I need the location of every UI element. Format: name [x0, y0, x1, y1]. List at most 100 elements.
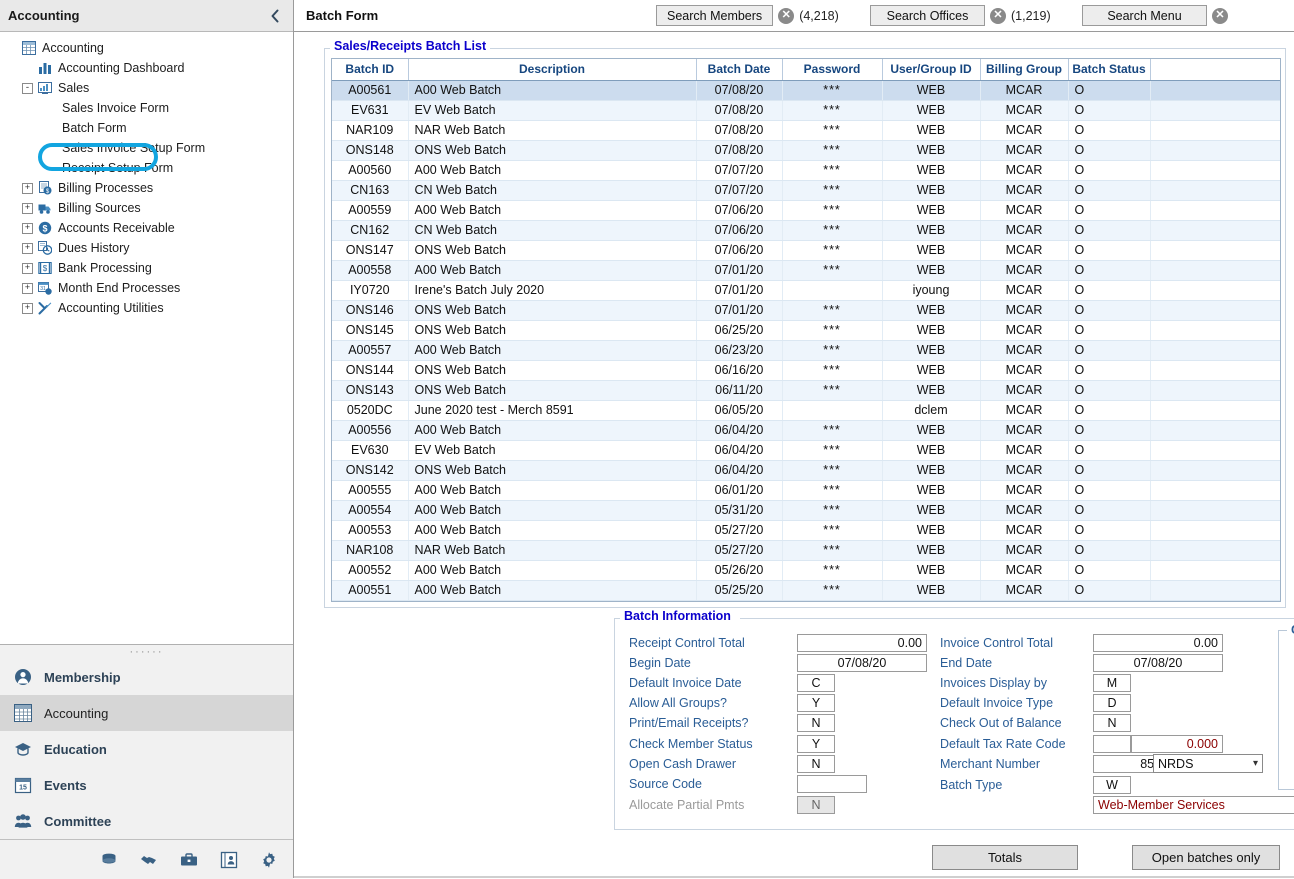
tree-item-dues-history[interactable]: + Dues History	[0, 238, 293, 258]
tree-item-bank-processing[interactable]: + $ Bank Processing	[0, 258, 293, 278]
table-row[interactable]: A00560 A00 Web Batch 07/07/20 *** WEB MCAR O	[332, 160, 1280, 181]
module-item-committee[interactable]: Committee	[0, 803, 293, 839]
allow-all-groups-input[interactable]: Y	[797, 694, 835, 712]
table-row[interactable]: CN162 CN Web Batch 07/06/20 *** WEB MCAR O	[332, 220, 1280, 241]
expander-expand[interactable]: +	[22, 282, 33, 294]
table-row[interactable]: ONS148 ONS Web Batch 07/08/20 *** WEB MCAR O	[332, 140, 1280, 161]
resize-grip[interactable]: ······	[0, 645, 293, 659]
tree-item-receipt-setup-form[interactable]: Receipt Setup Form	[0, 158, 293, 178]
check-member-status-input[interactable]: Y	[797, 735, 835, 753]
col-user-group-id[interactable]: User/Group ID	[882, 59, 981, 81]
tree-item-sales-invoice-setup-form[interactable]: Sales Invoice Setup Form	[0, 138, 293, 158]
default-tax-rate-code-input[interactable]	[1093, 735, 1131, 753]
module-item-accounting[interactable]: Accounting	[0, 695, 293, 731]
invoices-display-by-input[interactable]: M	[1093, 674, 1131, 692]
source-code-input[interactable]	[797, 775, 867, 793]
expander-expand[interactable]: +	[22, 242, 33, 254]
table-row[interactable]: ONS143 ONS Web Batch 06/11/20 *** WEB MCAR O	[332, 380, 1280, 401]
table-row[interactable]: A00555 A00 Web Batch 06/01/20 *** WEB MCAR O	[332, 480, 1280, 501]
history-icon	[37, 240, 53, 256]
col-batch-id[interactable]: Batch ID	[332, 59, 409, 81]
table-row[interactable]: NAR109 NAR Web Batch 07/08/20 *** WEB MCAR O	[332, 120, 1280, 141]
table-row[interactable]: A00553 A00 Web Batch 05/27/20 *** WEB MCAR O	[332, 520, 1280, 541]
col-password[interactable]: Password	[782, 59, 883, 81]
module-item-membership[interactable]: Membership	[0, 659, 293, 695]
tree-item-batch-form[interactable]: Batch Form	[0, 118, 293, 138]
label-default-invoice-type: Default Invoice Type	[940, 696, 1054, 710]
briefcase-icon[interactable]	[179, 850, 199, 870]
merchant-select[interactable]: NRDS ▾	[1153, 754, 1263, 773]
clear-members-icon[interactable]: ✕	[778, 7, 795, 24]
table-row[interactable]: ONS145 ONS Web Batch 06/25/20 *** WEB MCAR O	[332, 320, 1280, 341]
clear-offices-icon[interactable]: ✕	[990, 7, 1006, 24]
table-row[interactable]: ONS142 ONS Web Batch 06/04/20 *** WEB MCAR O	[332, 460, 1280, 481]
col-batch-date[interactable]: Batch Date	[696, 59, 783, 81]
end-date-input[interactable]: 07/08/20	[1093, 654, 1223, 672]
label-check-member-status: Check Member Status	[629, 737, 753, 751]
cell-batch-date: 07/06/20	[696, 220, 783, 241]
table-row[interactable]: A00551 A00 Web Batch 05/25/20 *** WEB MCAR O	[332, 580, 1280, 601]
batch-grid[interactable]: Batch ID Description Batch Date Password…	[331, 58, 1281, 602]
default-invoice-type-input[interactable]: D	[1093, 694, 1131, 712]
begin-date-input[interactable]: 07/08/20	[797, 654, 927, 672]
gear-icon[interactable]	[259, 850, 279, 870]
tree-item-billing-processes[interactable]: + $ Billing Processes	[0, 178, 293, 198]
tree-item-accounts-receivable[interactable]: + $ Accounts Receivable	[0, 218, 293, 238]
module-item-education[interactable]: Education	[0, 731, 293, 767]
expander-expand[interactable]: +	[22, 182, 33, 194]
search-offices-button[interactable]: Search Offices	[870, 5, 985, 26]
col-description[interactable]: Description	[408, 59, 697, 81]
expander-expand[interactable]: +	[22, 202, 33, 214]
search-menu-button[interactable]: Search Menu	[1082, 5, 1207, 26]
search-members-button[interactable]: Search Members	[656, 5, 774, 26]
module-item-events[interactable]: 15 Events	[0, 767, 293, 803]
cell-spacer	[1150, 200, 1280, 221]
table-row[interactable]: A00556 A00 Web Batch 06/04/20 *** WEB MCAR O	[332, 420, 1280, 441]
tree-item-accounting-dashboard[interactable]: Accounting Dashboard	[0, 58, 293, 78]
table-row[interactable]: ONS144 ONS Web Batch 06/16/20 *** WEB MCAR O	[332, 360, 1280, 381]
cell-batch-status: O	[1068, 380, 1151, 401]
tree-item-sales-invoice-form[interactable]: Sales Invoice Form	[0, 98, 293, 118]
database-icon[interactable]	[99, 850, 119, 870]
contact-card-icon[interactable]	[219, 850, 239, 870]
chevron-left-icon[interactable]	[263, 4, 287, 28]
table-row[interactable]: A00559 A00 Web Batch 07/06/20 *** WEB MCAR O	[332, 200, 1280, 221]
table-row[interactable]: EV631 EV Web Batch 07/08/20 *** WEB MCAR O	[332, 100, 1280, 121]
table-row[interactable]: ONS146 ONS Web Batch 07/01/20 *** WEB MCAR O	[332, 300, 1280, 321]
print-email-receipts-input[interactable]: N	[797, 714, 835, 732]
cell-batch-status: O	[1068, 360, 1151, 381]
default-invoice-date-input[interactable]: C	[797, 674, 835, 692]
table-row[interactable]: A00554 A00 Web Batch 05/31/20 *** WEB MCAR O	[332, 500, 1280, 521]
tree-item-accounting-utilities[interactable]: + Accounting Utilities	[0, 298, 293, 318]
tree-item-accounting[interactable]: Accounting	[0, 38, 293, 58]
expander-collapse[interactable]: -	[22, 82, 33, 94]
invoice-control-total-input[interactable]: 0.00	[1093, 634, 1223, 652]
table-row[interactable]: ONS147 ONS Web Batch 07/06/20 *** WEB MCAR O	[332, 240, 1280, 261]
expander-expand[interactable]: +	[22, 222, 33, 234]
totals-button[interactable]: Totals	[932, 845, 1078, 870]
clear-menu-icon[interactable]: ✕	[1212, 7, 1228, 24]
col-batch-status[interactable]: Batch Status	[1068, 59, 1151, 81]
open-batches-only-button[interactable]: Open batches only	[1132, 845, 1280, 870]
table-row[interactable]: CN163 CN Web Batch 07/07/20 *** WEB MCAR O	[332, 180, 1280, 201]
table-row[interactable]: IY0720 Irene's Batch July 2020 07/01/20 iyo…	[332, 280, 1280, 301]
table-row[interactable]: 0520DC June 2020 test - Merch 8591 06/05/2…	[332, 400, 1280, 421]
col-billing-group[interactable]: Billing Group	[980, 59, 1069, 81]
header-row: Batch ID Description Batch Date Password…	[332, 59, 1280, 81]
check-out-of-balance-input[interactable]: N	[1093, 714, 1131, 732]
batch-type-input[interactable]: W	[1093, 776, 1131, 794]
handshake-icon[interactable]	[139, 850, 159, 870]
expander-expand[interactable]: +	[22, 262, 33, 274]
table-row[interactable]: A00552 A00 Web Batch 05/26/20 *** WEB MCAR O	[332, 560, 1280, 581]
table-row[interactable]: A00557 A00 Web Batch 06/23/20 *** WEB MCAR O	[332, 340, 1280, 361]
receipt-control-total-input[interactable]: 0.00	[797, 634, 927, 652]
table-row[interactable]: EV630 EV Web Batch 06/04/20 *** WEB MCAR O	[332, 440, 1280, 461]
table-row[interactable]: A00558 A00 Web Batch 07/01/20 *** WEB MCAR O	[332, 260, 1280, 281]
table-row[interactable]: NAR108 NAR Web Batch 05/27/20 *** WEB MCAR O	[332, 540, 1280, 561]
tree-item-sales[interactable]: - Sales	[0, 78, 293, 98]
tree-item-billing-sources[interactable]: + Billing Sources	[0, 198, 293, 218]
table-row[interactable]: A00561 A00 Web Batch 07/08/20 *** WEB MCAR O	[332, 80, 1280, 101]
expander-expand[interactable]: +	[22, 302, 33, 314]
tree-item-month-end-processes[interactable]: + 31 Month End Processes	[0, 278, 293, 298]
open-cash-drawer-input[interactable]: N	[797, 755, 835, 773]
